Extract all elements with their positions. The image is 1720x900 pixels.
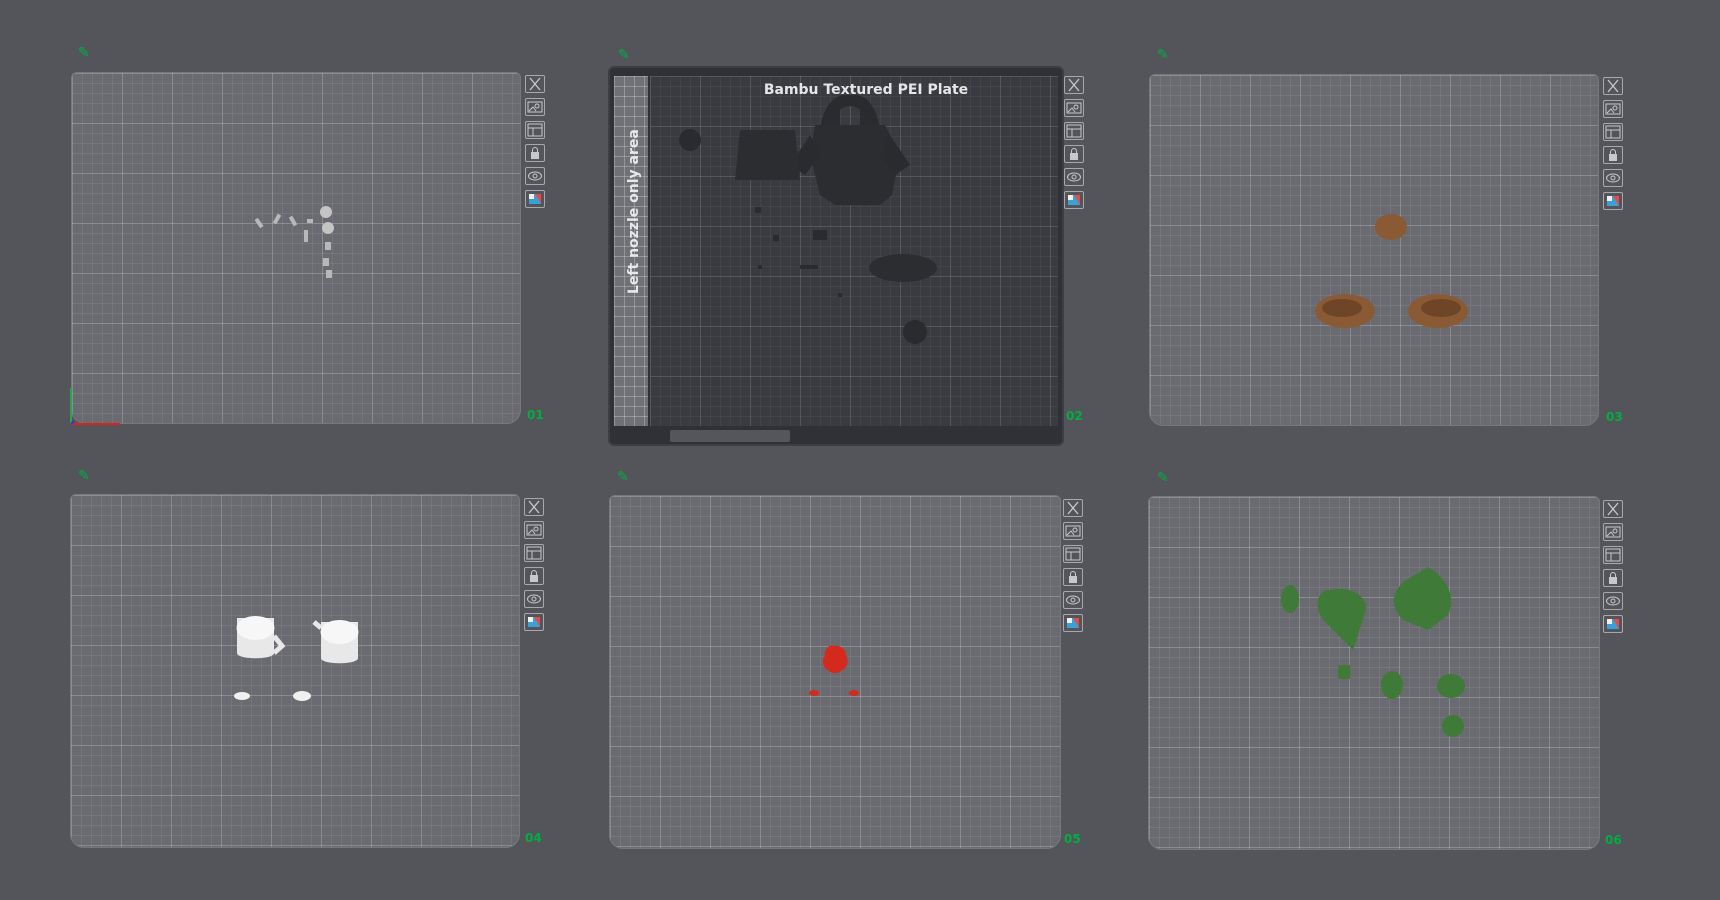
eye-icon[interactable] <box>1603 592 1623 610</box>
lock-icon[interactable] <box>1603 569 1623 587</box>
color-palette-icon[interactable] <box>1064 191 1084 209</box>
plate-toolbar <box>1063 499 1085 637</box>
color-palette-icon[interactable] <box>1603 192 1623 210</box>
plate-index-label: 06 <box>1605 833 1622 847</box>
edit-plate-icon[interactable]: ✎ <box>618 48 634 62</box>
eye-icon[interactable] <box>1064 168 1084 186</box>
model-group[interactable] <box>255 204 335 284</box>
plate-index-label: 01 <box>527 408 544 422</box>
edit-plate-icon[interactable]: ✎ <box>78 46 94 60</box>
eye-icon[interactable] <box>525 167 545 185</box>
plate-index-label: 02 <box>1066 409 1083 423</box>
layout-icon[interactable] <box>1603 123 1623 141</box>
axis-indicator <box>70 388 120 425</box>
layout-icon[interactable] <box>525 121 545 139</box>
lock-icon[interactable] <box>1064 145 1084 163</box>
plate-toolbar <box>524 498 546 636</box>
layout-icon[interactable] <box>1063 545 1083 563</box>
close-icon[interactable] <box>1603 500 1623 518</box>
eye-icon[interactable] <box>524 590 544 608</box>
plate-index-label: 03 <box>1606 410 1623 424</box>
thumbnail-icon[interactable] <box>525 98 545 116</box>
color-palette-icon[interactable] <box>524 613 544 631</box>
thumbnail-icon[interactable] <box>1603 523 1623 541</box>
plate-index-label: 04 <box>525 831 542 845</box>
eye-icon[interactable] <box>1603 169 1623 187</box>
color-palette-icon[interactable] <box>1603 615 1623 633</box>
edit-plate-icon[interactable]: ✎ <box>1157 48 1173 62</box>
plate-toolbar <box>1603 77 1625 215</box>
edit-plate-icon[interactable]: ✎ <box>78 469 94 483</box>
eye-icon[interactable] <box>1063 591 1083 609</box>
thumbnail-icon[interactable] <box>1603 100 1623 118</box>
plate-toolbar <box>1603 500 1625 638</box>
model-group[interactable] <box>230 608 365 708</box>
close-icon[interactable] <box>525 75 545 93</box>
lock-icon[interactable] <box>1603 146 1623 164</box>
close-icon[interactable] <box>524 498 544 516</box>
lock-icon[interactable] <box>1063 568 1083 586</box>
model-group[interactable] <box>1278 565 1478 745</box>
model-group[interactable] <box>1310 210 1480 335</box>
color-palette-icon[interactable] <box>1063 614 1083 632</box>
left-nozzle-area: Left nozzle only area <box>614 76 648 426</box>
layout-icon[interactable] <box>1603 546 1623 564</box>
lock-icon[interactable] <box>525 144 545 162</box>
close-icon[interactable] <box>1064 76 1084 94</box>
edit-plate-icon[interactable]: ✎ <box>1157 471 1173 485</box>
color-palette-icon[interactable] <box>525 190 545 208</box>
thumbnail-icon[interactable] <box>1064 99 1084 117</box>
thumbnail-icon[interactable] <box>1063 522 1083 540</box>
plate-bottom-tab <box>670 430 790 442</box>
layout-icon[interactable] <box>524 544 544 562</box>
model-group[interactable] <box>806 640 866 700</box>
model-group[interactable] <box>670 85 950 355</box>
plate-toolbar <box>525 75 547 213</box>
close-icon[interactable] <box>1063 499 1083 517</box>
close-icon[interactable] <box>1603 77 1623 95</box>
plate-toolbar <box>1064 76 1086 214</box>
thumbnail-icon[interactable] <box>524 521 544 539</box>
left-nozzle-label: Left nozzle only area <box>626 129 642 294</box>
edit-plate-icon[interactable]: ✎ <box>617 470 633 484</box>
lock-icon[interactable] <box>524 567 544 585</box>
plates-overview: ✎ 01 ✎ Left nozzle only area Bambu Textu… <box>0 0 1720 900</box>
plate-index-label: 05 <box>1064 832 1081 846</box>
layout-icon[interactable] <box>1064 122 1084 140</box>
